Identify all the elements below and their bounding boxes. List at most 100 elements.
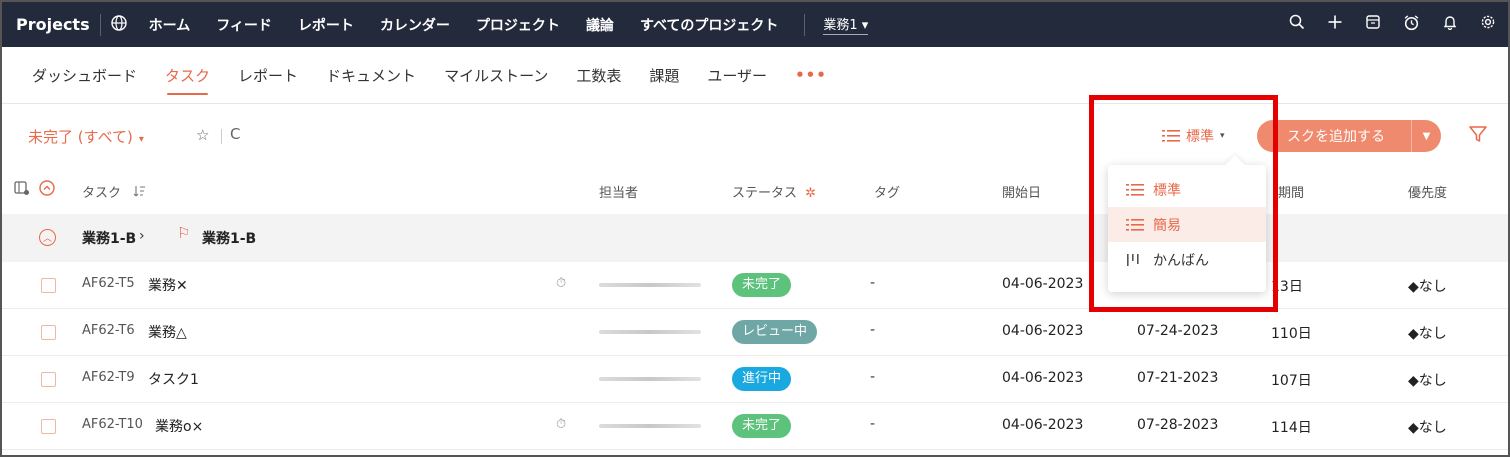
nav-all-projects[interactable]: すべてのプロジェクト bbox=[640, 15, 778, 35]
tab-tasks[interactable]: タスク bbox=[165, 65, 210, 95]
gear-icon[interactable] bbox=[1480, 14, 1496, 35]
chevron-down-icon: ▾ bbox=[138, 134, 144, 145]
divider bbox=[99, 13, 101, 36]
table-row[interactable]: AF62-T10 業務o× ⏱ 未完了 - 04-06-2023 07-28-2… bbox=[2, 403, 1508, 450]
column-status[interactable]: ステータス ✲ bbox=[732, 182, 816, 201]
duration: 110日 bbox=[1271, 326, 1312, 342]
app-window: Projects ホーム フィード レポート カレンダー プロジェクト 議論 す… bbox=[0, 0, 1510, 457]
bell-icon[interactable] bbox=[1442, 14, 1458, 35]
column-duration[interactable]: 期間 bbox=[1278, 182, 1304, 201]
top-navbar: Projects ホーム フィード レポート カレンダー プロジェクト 議論 す… bbox=[2, 2, 1508, 47]
start-date[interactable]: 04-06-2023 bbox=[1002, 417, 1083, 433]
column-priority[interactable]: 優先度 bbox=[1408, 182, 1447, 201]
sort-icon[interactable] bbox=[133, 185, 146, 198]
duration: 114日 bbox=[1271, 420, 1312, 436]
column-settings-icon[interactable] bbox=[14, 180, 30, 200]
task-name[interactable]: 業務o× bbox=[155, 416, 203, 436]
search-icon[interactable] bbox=[1289, 14, 1305, 35]
tag-cell[interactable]: - bbox=[870, 322, 875, 338]
nav-discussions[interactable]: 議論 bbox=[586, 15, 614, 35]
task-name[interactable]: 業務✕ bbox=[148, 275, 188, 295]
status-badge[interactable]: 進行中 bbox=[732, 367, 792, 391]
tag-cell[interactable]: - bbox=[870, 275, 875, 291]
nav-projects[interactable]: プロジェクト bbox=[476, 15, 560, 35]
priority[interactable]: ◆なし bbox=[1408, 370, 1447, 390]
priority[interactable]: ◆なし bbox=[1408, 323, 1447, 343]
status-badge[interactable]: 未完了 bbox=[732, 414, 792, 438]
task-id: AF62-T6 bbox=[82, 323, 135, 338]
table-header: タスク 担当者 ステータス ✲ タグ 開始日 期間 優先度 bbox=[2, 168, 1508, 212]
group-name[interactable]: 業務1-B bbox=[82, 228, 136, 248]
column-start-date[interactable]: 開始日 bbox=[1002, 182, 1041, 201]
table-row[interactable]: AF62-T9 タスク1 進行中 - 04-06-2023 07-21-2023… bbox=[2, 356, 1508, 403]
owner-name-blurred[interactable] bbox=[599, 283, 701, 287]
column-task-label: タスク bbox=[82, 186, 122, 201]
chevron-down-icon[interactable]: ▼ bbox=[1411, 120, 1441, 152]
column-status-label: ステータス bbox=[732, 186, 798, 201]
toolbar: 未完了 (すべて) ▾ ☆ C 標準 ▾ スクを追加する ▼ bbox=[2, 104, 1508, 168]
chevron-up-icon[interactable]: ︿ bbox=[39, 229, 56, 246]
table-row[interactable]: AF62-T5 業務✕ ⏱ 未完了 - 04-06-2023 07-27-202… bbox=[2, 262, 1508, 309]
task-list-group: ︿ 業務1-B › ⚐ 業務1-B bbox=[2, 214, 1508, 262]
nav-feed[interactable]: フィード bbox=[216, 15, 272, 35]
nav-calendar[interactable]: カレンダー bbox=[380, 15, 450, 35]
column-task[interactable]: タスク bbox=[82, 182, 146, 201]
project-selector[interactable]: 業務1 ▾ bbox=[823, 14, 869, 35]
task-name[interactable]: 業務△ bbox=[148, 322, 187, 342]
owner-name-blurred[interactable] bbox=[599, 330, 701, 334]
task-id: AF62-T9 bbox=[82, 370, 135, 385]
row-checkbox[interactable] bbox=[41, 278, 56, 293]
filter-icon[interactable] bbox=[1468, 124, 1488, 144]
collapse-all-icon[interactable] bbox=[39, 180, 55, 200]
tab-users[interactable]: ユーザー bbox=[707, 65, 767, 86]
priority[interactable]: ◆なし bbox=[1408, 276, 1447, 296]
gear-icon[interactable]: ✲ bbox=[805, 186, 816, 201]
group-subname[interactable]: 業務1-B bbox=[202, 228, 256, 248]
milestone-icon: ⚐ bbox=[177, 224, 191, 242]
task-id: AF62-T10 bbox=[82, 417, 143, 432]
column-tag[interactable]: タグ bbox=[874, 182, 900, 201]
status-badge[interactable]: レビュー中 bbox=[732, 320, 818, 344]
column-owner[interactable]: 担当者 bbox=[599, 182, 638, 201]
tab-reports[interactable]: レポート bbox=[238, 65, 298, 86]
refresh-icon[interactable]: C bbox=[230, 125, 240, 143]
end-date[interactable]: 07-21-2023 bbox=[1137, 370, 1218, 386]
chevron-right-icon: › bbox=[139, 228, 145, 244]
divider bbox=[804, 13, 806, 36]
app-brand[interactable]: Projects bbox=[16, 15, 90, 34]
end-date[interactable]: 07-28-2023 bbox=[1137, 417, 1218, 433]
nav-reports[interactable]: レポート bbox=[298, 15, 354, 35]
start-date[interactable]: 04-06-2023 bbox=[1002, 323, 1083, 339]
tab-timesheet[interactable]: 工数表 bbox=[576, 65, 621, 86]
nav-home[interactable]: ホーム bbox=[149, 15, 191, 35]
tag-cell[interactable]: - bbox=[870, 369, 875, 385]
start-date[interactable]: 04-06-2023 bbox=[1002, 370, 1083, 386]
tag-cell[interactable]: - bbox=[870, 416, 875, 432]
timesheet-icon[interactable] bbox=[1365, 14, 1381, 35]
task-name[interactable]: タスク1 bbox=[148, 369, 199, 389]
tab-milestones[interactable]: マイルストーン bbox=[444, 65, 548, 86]
end-date[interactable]: 07-24-2023 bbox=[1137, 323, 1218, 339]
task-filter-dropdown[interactable]: 未完了 (すべて) ▾ bbox=[28, 126, 144, 147]
timer-icon[interactable]: ⏱ bbox=[556, 417, 566, 432]
plus-icon[interactable] bbox=[1327, 14, 1343, 35]
tab-dashboard[interactable]: ダッシュボード bbox=[32, 65, 137, 86]
owner-name-blurred[interactable] bbox=[599, 424, 701, 428]
owner-name-blurred[interactable] bbox=[599, 377, 701, 381]
priority[interactable]: ◆なし bbox=[1408, 417, 1447, 437]
start-date[interactable]: 04-06-2023 bbox=[1002, 276, 1083, 292]
row-checkbox[interactable] bbox=[41, 419, 56, 434]
status-badge[interactable]: 未完了 bbox=[732, 273, 792, 297]
more-tabs-button[interactable]: ••• bbox=[795, 66, 827, 84]
table-row[interactable]: AF62-T6 業務△ レビュー中 - 04-06-2023 07-24-202… bbox=[2, 309, 1508, 356]
timer-icon[interactable]: ⏱ bbox=[556, 276, 566, 291]
row-checkbox[interactable] bbox=[41, 325, 56, 340]
star-icon[interactable]: ☆ bbox=[196, 126, 209, 144]
globe-icon[interactable] bbox=[110, 14, 127, 35]
tab-issues[interactable]: 課題 bbox=[649, 65, 679, 86]
task-id: AF62-T5 bbox=[82, 276, 135, 291]
tab-documents[interactable]: ドキュメント bbox=[326, 65, 416, 86]
add-task-button[interactable]: スクを追加する ▼ bbox=[1257, 120, 1441, 152]
row-checkbox[interactable] bbox=[41, 372, 56, 387]
alarm-icon[interactable] bbox=[1403, 14, 1420, 36]
